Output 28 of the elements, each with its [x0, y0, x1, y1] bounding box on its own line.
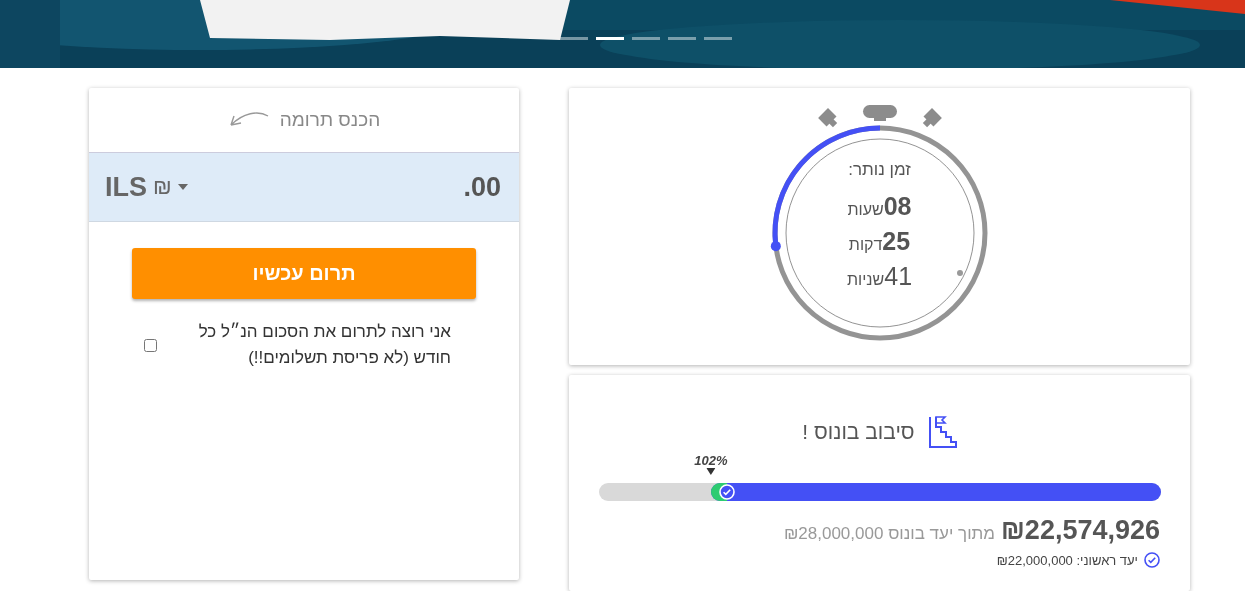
curved-arrow-icon [227, 111, 270, 129]
percent-label: 102% [694, 453, 728, 468]
carousel-indicator[interactable] [596, 37, 624, 40]
first-goal-text: יעד ראשוני: ₪22,000,000 [996, 552, 1138, 568]
time-value: 41 [884, 262, 913, 291]
check-icon [718, 484, 735, 500]
monthly-label: אני רוצה לתרום את הסכום הנ״ל כל חודש (לא פריסת תשלומים!!) [197, 321, 451, 369]
raised-amount: ₪22,574,926 [1001, 515, 1160, 546]
check-icon [1144, 552, 1160, 568]
time-unit: דקות [848, 236, 883, 254]
carousel-indicator[interactable] [704, 37, 732, 40]
bonus-title: סיבוב בונוס ! [802, 420, 915, 444]
carousel-indicator[interactable] [668, 37, 696, 40]
time-unit: שניות [846, 271, 885, 289]
carousel-indicator[interactable] [632, 37, 660, 40]
amount-field[interactable]: .00 [299, 170, 503, 204]
time-value: 08 [883, 192, 912, 221]
goal-text: מתוך יעד בונוס ₪28,000,000 [783, 524, 995, 544]
donation-title: הכנס תרומה [279, 109, 381, 131]
caret-icon [177, 184, 188, 190]
monthly-checkbox[interactable] [144, 338, 157, 352]
stairs-flag-icon [926, 415, 957, 449]
currency-dropdown[interactable]: ₪ ILS [105, 171, 188, 203]
pointer-icon [706, 468, 716, 475]
time-unit: שעות [847, 201, 884, 219]
time-value: 25 [882, 227, 911, 256]
carousel-indicator[interactable] [560, 37, 588, 40]
time-left-label: זמן נותר: [848, 160, 911, 180]
